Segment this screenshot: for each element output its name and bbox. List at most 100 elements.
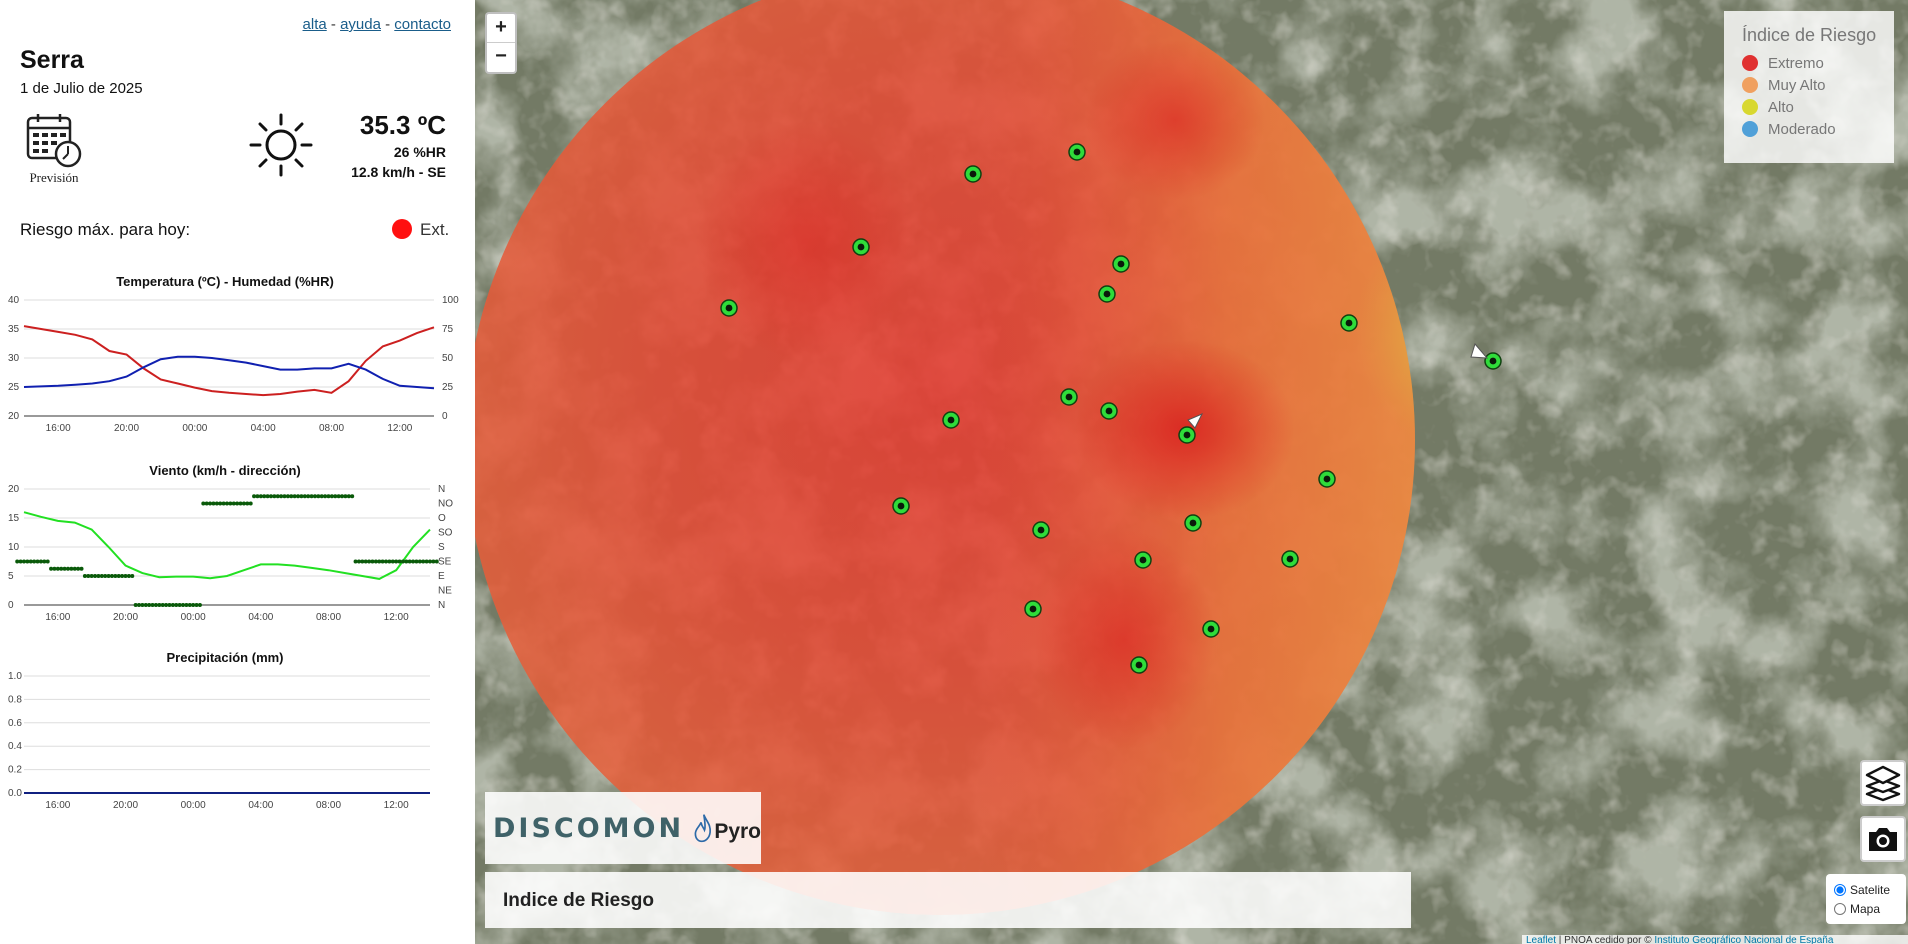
x-tick-label: 00:00 [181,800,206,811]
layers-button[interactable] [1860,760,1906,806]
sensor-marker-center [1489,357,1497,365]
sensor-marker-center [1207,625,1215,633]
sensor-marker[interactable] [1060,388,1078,406]
y2-tick-label: O [438,513,446,524]
sensor-marker[interactable] [852,238,870,256]
x-tick-label: 16:00 [45,800,70,811]
wind-direction-point [79,566,84,571]
sensor-marker[interactable] [1100,402,1118,420]
legend-swatch [1742,55,1758,71]
zoom-out-button[interactable]: − [487,43,515,72]
ign-link[interactable]: Instituto Geográfico Nacional de España [1654,935,1833,944]
sensor-marker[interactable] [1024,600,1042,618]
attribution-text: | PNOA cedido por © [1556,935,1655,944]
y-tick-label: 0.0 [8,788,22,799]
sensor-marker-center [1105,407,1113,415]
y-tick-label: 35 [8,324,20,335]
sensor-marker[interactable] [964,165,982,183]
y2-tick-label: SE [438,557,452,568]
risk-label: Riesgo máx. para hoy: [20,220,191,239]
sensor-marker[interactable] [1318,470,1336,488]
weather-temperature: 35.3 ºC [359,110,446,140]
map-view[interactable]: + − Índice de Riesgo Extremo Muy Alto Al… [475,0,1908,944]
y2-tick-label: NE [438,586,452,597]
y2-tick-label: 50 [442,353,454,364]
sensor-marker[interactable] [720,299,738,317]
risk-value: Ext. [420,220,450,239]
sensor-marker-center [969,170,977,178]
base-layer-mapa[interactable]: Mapa [1834,899,1900,918]
x-tick-label: 08:00 [316,612,341,623]
leaflet-link[interactable]: Leaflet [1526,935,1556,944]
sensor-marker[interactable] [1184,514,1202,532]
y2-tick-label: SO [438,528,453,539]
sensor-marker[interactable] [1098,285,1116,303]
risk-indicator-dot [392,219,412,239]
y-tick-label: 0.8 [8,694,22,705]
sensor-marker[interactable] [1202,620,1220,638]
x-tick-label: 16:00 [45,612,70,623]
y-tick-label: 30 [8,353,20,364]
link-separator: - [385,16,391,33]
sensor-marker[interactable] [1032,521,1050,539]
sensor-marker-center [1345,319,1353,327]
legend-swatch [1742,121,1758,137]
base-layer-switch: Satelite Mapa [1826,874,1906,924]
brand-product: Pyro [714,820,761,843]
legend-title: Índice de Riesgo [1742,25,1877,45]
legend-swatch [1742,77,1758,93]
legend-label: Extremo [1768,54,1824,72]
screenshot-button[interactable] [1860,816,1906,862]
location-name: Serra [20,46,84,74]
sensor-marker[interactable] [1484,352,1502,370]
zoom-in-button[interactable]: + [487,14,515,43]
y2-tick-label: NO [438,499,453,510]
sensor-marker-center [1323,475,1331,483]
x-tick-label: 20:00 [113,612,138,623]
series-line [23,511,431,580]
base-layer-satelite[interactable]: Satelite [1834,880,1900,899]
sensor-marker-center [897,502,905,510]
brand-name: DISCOMON [493,812,685,844]
ayuda-link[interactable]: ayuda [340,16,381,33]
y-tick-label: 0.2 [8,765,22,776]
sensor-marker-center [1117,260,1125,268]
x-tick-label: 16:00 [46,423,71,432]
mapa-radio[interactable] [1834,902,1846,915]
y2-tick-label: 100 [442,295,459,306]
sensor-marker[interactable] [892,497,910,515]
calendar-clock-icon [26,114,82,168]
satelite-radio[interactable] [1834,883,1846,896]
contacto-link[interactable]: contacto [394,16,451,33]
x-tick-label: 00:00 [181,612,206,623]
wind-direction-point [45,559,50,564]
sensor-marker[interactable] [942,411,960,429]
sensor-marker-center [725,304,733,312]
wind-chart: Viento (km/h - dirección) 0 5 10 15 20 N NE E SE… [0,460,475,630]
y2-tick-label: N [438,484,445,495]
wind-plot: 0 5 10 15 20 N NE E SE S SO O NO N 16:00 20:00 00:00 04:0… [8,484,453,623]
legend-label: Alto [1768,98,1794,116]
y-tick-label: 0 [8,600,14,611]
sensor-marker[interactable] [1178,426,1196,444]
legend-item-alto: Alto [1742,96,1882,118]
forecast-button[interactable]: Previsión [22,112,86,186]
sensor-marker-center [1286,555,1294,563]
sensor-marker-center [1073,148,1081,156]
sensor-marker-center [1103,290,1111,298]
sensor-marker[interactable] [1281,550,1299,568]
wind-direction-point [197,603,202,607]
sensor-marker[interactable] [1340,314,1358,332]
y-tick-label: 0.4 [8,741,22,752]
sensor-marker[interactable] [1068,143,1086,161]
y-tick-label: 1.0 [8,671,22,682]
alta-link[interactable]: alta [303,16,327,33]
wind-direction-point [130,574,135,578]
series-line [23,355,435,390]
sensor-marker[interactable] [1112,255,1130,273]
link-separator: - [330,16,336,33]
location-date: 1 de Julio de 2025 [20,80,143,97]
x-tick-label: 04:00 [248,800,273,811]
sensor-marker[interactable] [1130,656,1148,674]
sensor-marker[interactable] [1134,551,1152,569]
